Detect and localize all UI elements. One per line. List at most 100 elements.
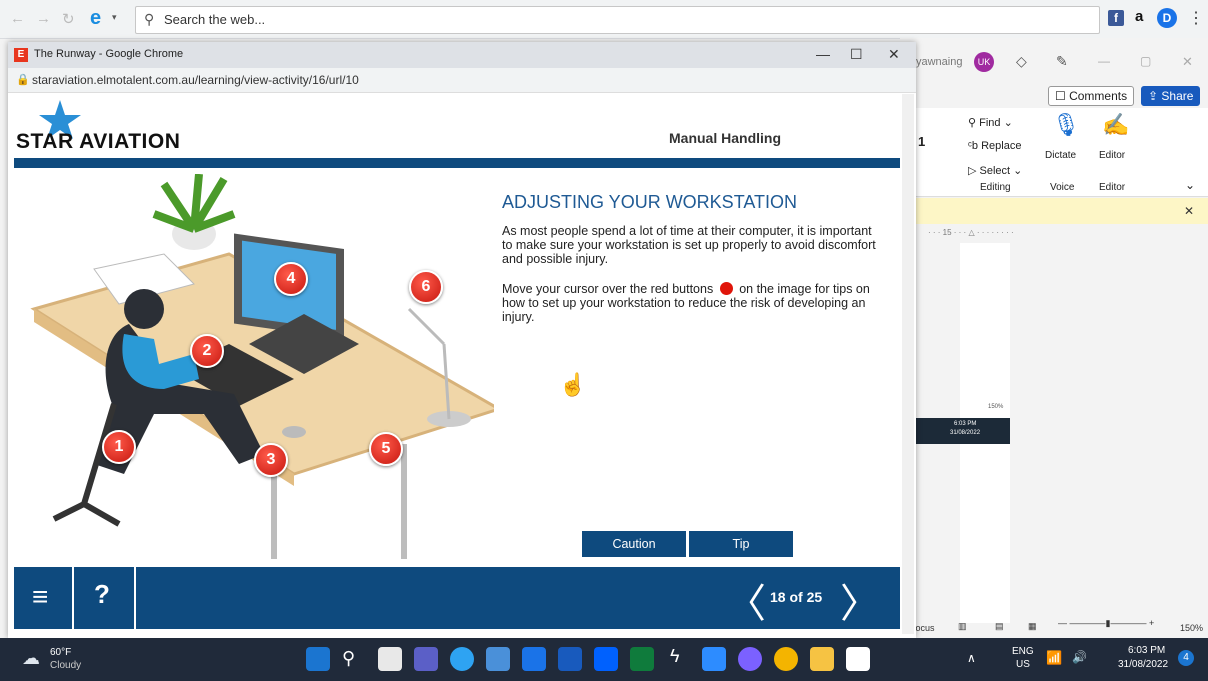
clock-time[interactable]: 6:03 PM (1128, 645, 1165, 656)
tip-marker-1[interactable]: 1 (102, 430, 136, 464)
dropdown-icon[interactable]: ▾ (112, 12, 117, 23)
read-mode-icon[interactable]: ▥ (958, 621, 967, 632)
ie-logo-icon[interactable]: e (90, 7, 101, 30)
forward-icon[interactable]: → (36, 10, 51, 27)
edge-icon[interactable] (450, 647, 474, 671)
elmo-icon: E (14, 48, 28, 62)
hand-cursor-icon: ☝ (559, 372, 587, 397)
language-code[interactable]: ENG (1012, 646, 1034, 657)
tip-tab[interactable]: Tip (689, 531, 793, 557)
replace-label: Replace (981, 140, 1022, 152)
editor-pen-icon[interactable]: ✍ (1102, 112, 1129, 138)
diamond-icon[interactable]: ◇ (1016, 53, 1027, 70)
replace-button[interactable]: ᶜb Replace (968, 140, 1021, 152)
mail-icon[interactable] (522, 647, 546, 671)
comments-button[interactable]: ☐ Comments (1048, 86, 1135, 106)
back-icon[interactable]: ← (10, 10, 25, 27)
cloud-icon: ☁ (22, 648, 40, 668)
intro-paragraph: As most people spend a lot of time at th… (502, 224, 876, 266)
editor-label: Editor (1099, 150, 1126, 161)
close-icon[interactable]: ✕ (1182, 54, 1193, 70)
menu-icon[interactable]: ≡ (32, 581, 48, 613)
popup-titlebar: E The Runway - Google Chrome — ☐ ✕ (8, 42, 916, 68)
app-circle-icon[interactable] (738, 647, 762, 671)
web-search-bar[interactable]: ⚲ Search the web... (135, 6, 1100, 34)
microphone-icon[interactable]: 🎙 (1052, 112, 1080, 138)
course-title: Manual Handling (669, 130, 781, 146)
popup-title: The Runway - Google Chrome (34, 48, 184, 60)
page-counter: 18 of 25 (770, 589, 823, 605)
minimize-icon[interactable]: — (1098, 54, 1110, 68)
footer-separator (72, 567, 74, 629)
next-page-icon[interactable]: 〉 (840, 571, 880, 629)
wifi-icon[interactable]: 📶 (1046, 650, 1062, 666)
task-view-icon[interactable] (378, 647, 402, 671)
notifications-badge[interactable]: 4 (1178, 650, 1194, 666)
find-label: Find (979, 117, 1001, 129)
user-avatar[interactable]: UK (974, 52, 994, 72)
prev-page-icon[interactable]: 〈 (726, 571, 766, 629)
browser-toolbar: ← → ↻ e ▾ ⚲ Search the web... f a D ⋮ (0, 0, 1208, 39)
print-layout-icon[interactable]: ▤ (995, 621, 1004, 632)
word-icon[interactable] (558, 647, 582, 671)
tip-marker-3[interactable]: 3 (254, 443, 288, 477)
instruction-paragraph: Move your cursor over the red buttons on… (502, 282, 882, 324)
word-statusbar: Focus ▥ ▤ ▦ — ————▮———— + 150% (900, 618, 1208, 638)
chrome-icon[interactable] (774, 647, 798, 671)
store-icon[interactable] (486, 647, 510, 671)
mini-zoom: 150% (988, 404, 1004, 410)
amazon-icon[interactable]: a (1135, 8, 1143, 25)
start-icon[interactable] (306, 647, 330, 671)
font-size-value[interactable]: 1 (918, 134, 925, 149)
pen-icon[interactable]: ✎ (1056, 53, 1068, 70)
keyboard-layout[interactable]: US (1016, 659, 1030, 670)
popup-url[interactable]: staraviation.elmotalent.com.au/learning/… (32, 73, 359, 87)
volume-icon[interactable]: 🔊 (1072, 650, 1087, 664)
search-input[interactable]: Search the web... (164, 12, 265, 27)
profile-icon[interactable]: D (1157, 8, 1177, 28)
minimize-icon[interactable]: — (816, 46, 830, 62)
find-button[interactable]: ⚲ Find ⌄ (968, 116, 1013, 129)
menu-dots-icon[interactable]: ⋮ (1188, 8, 1204, 28)
chevron-down-icon[interactable]: ⌄ (1185, 178, 1195, 192)
share-label: Share (1161, 89, 1194, 103)
teams-icon[interactable] (414, 647, 438, 671)
comments-label: Comments (1069, 89, 1128, 103)
excel-icon[interactable] (630, 647, 654, 671)
tip-marker-2[interactable]: 2 (190, 334, 224, 368)
share-button[interactable]: ⇪ Share (1141, 86, 1201, 106)
help-button[interactable]: ? (94, 579, 110, 610)
app-icon[interactable]: ϟ (670, 646, 680, 667)
zoom-icon[interactable] (702, 647, 726, 671)
clock-date[interactable]: 31/08/2022 (1118, 659, 1168, 670)
tip-marker-6[interactable]: 6 (409, 270, 443, 304)
weather-status: Cloudy (50, 660, 82, 671)
snipping-tool-icon[interactable] (846, 647, 870, 671)
select-button[interactable]: ▷ Select ⌄ (968, 164, 1022, 177)
ribbon: 1 ⚲ Find ⌄ ᶜb Replace ▷ Select ⌄ Editing… (900, 108, 1208, 197)
web-layout-icon[interactable]: ▦ (1028, 621, 1037, 632)
facebook-icon[interactable]: f (1108, 10, 1124, 26)
close-icon[interactable]: ✕ (888, 46, 900, 63)
caution-tab[interactable]: Caution (582, 531, 686, 557)
user-name: yawnaing (916, 56, 963, 68)
restore-icon[interactable]: ▢ (1140, 54, 1151, 68)
zoom-slider[interactable]: — ————▮———— + (1058, 618, 1168, 629)
header-divider (14, 158, 900, 168)
popup-scrollbar[interactable] (902, 94, 914, 634)
tip-marker-4[interactable]: 4 (274, 262, 308, 296)
popup-address-bar[interactable]: 🔒 staraviation.elmotalent.com.au/learnin… (8, 68, 916, 93)
voice-group-label: Voice (1050, 182, 1075, 193)
temperature[interactable]: 60°F (50, 647, 71, 658)
close-notification-icon[interactable]: ✕ (1184, 204, 1194, 218)
file-explorer-icon[interactable] (810, 647, 834, 671)
search-icon[interactable]: ⚲ (342, 648, 355, 669)
editor-group-label: Editor (1099, 182, 1126, 193)
reload-icon[interactable]: ↻ (62, 10, 75, 28)
maximize-icon[interactable]: ☐ (850, 46, 863, 63)
word-window: yawnaing UK ◇ ✎ — ▢ ✕ ☐ Comments ⇪ Share… (900, 38, 1208, 638)
tray-expand-icon[interactable]: ∧ (967, 651, 976, 665)
dropbox-icon[interactable] (594, 647, 618, 671)
chrome-popup-window: E The Runway - Google Chrome — ☐ ✕ 🔒 sta… (8, 42, 916, 638)
tip-marker-5[interactable]: 5 (369, 432, 403, 466)
